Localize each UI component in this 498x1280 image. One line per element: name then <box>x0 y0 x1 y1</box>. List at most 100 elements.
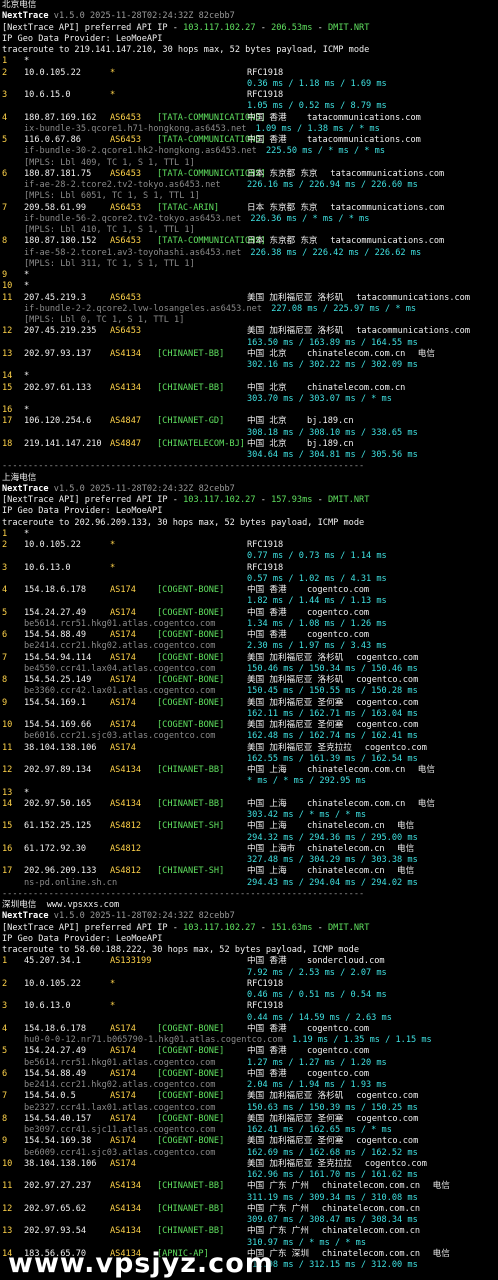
hop-hostname: be6009.ccr41.sjc03.atlas.cogentco.com <box>24 1147 216 1158</box>
api-line: [NextTrace API] preferred API IP - 103.1… <box>2 23 498 34</box>
hop-domain: cogentco.com <box>356 720 419 730</box>
hop-latency: 163.50 ms / 163.89 ms / 164.55 ms <box>247 337 418 348</box>
hop-geo: 日本 东京都 东京 <box>247 168 318 179</box>
hop-latency: 327.48 ms / 304.29 ms / 303.38 ms <box>247 855 418 865</box>
hop-latency-row: 1.82 ms / 1.44 ms / 1.13 ms <box>2 596 498 607</box>
hop-number: 12 <box>2 326 13 337</box>
hop-hostname: if-bundle-56-2.qcore2.tv2-tokyo.as6453.n… <box>24 213 242 224</box>
hop-detail: be6016.ccr21.sjc03.atlas.cogentco.com 162… <box>2 731 498 742</box>
hop-geo: 中国 上海 <box>247 866 287 877</box>
hop-number: 3 <box>2 1001 8 1012</box>
hop-domain: chinatelecom.com.cn <box>307 382 406 393</box>
hop-mpls-label: [MPLS: Lbl 409, TC 1, S 1, TTL 1] <box>24 157 195 168</box>
hop-mpls: [MPLS: Lbl 0, TC 1, S 1, TTL 1] <box>2 315 498 326</box>
api-node: DMIT.NRT <box>328 22 370 33</box>
hop-as-tag: [CHINANET-BB] <box>157 1181 225 1192</box>
version-info: v1.5.0 2025-11-28T02:24:32Z 82cebb7 <box>53 11 235 22</box>
hop-number: 9 <box>2 1136 8 1147</box>
hop-latency: 162.96 ms / 161.70 ms / 161.62 ms <box>247 1170 418 1180</box>
hop-latency: 294.32 ms / 294.36 ms / 295.00 ms <box>247 832 418 843</box>
hop-number: 11 <box>2 292 13 303</box>
hop-geo: 中国 香港 <box>247 630 287 640</box>
version-line: NextTrace v1.5.0 2025-11-28T02:24:32Z 82… <box>2 911 498 922</box>
hop-as-tag: [CHINANET-BB] <box>157 382 225 393</box>
section-title: 上海电信 <box>2 473 498 484</box>
hop-row: 16 61.172.92.30 AS4812 中国 上海市 chinatelecom.c… <box>2 844 498 855</box>
api-node: DMIT.NRT <box>328 922 370 933</box>
hop-as-tag: [CHINANET-BB] <box>157 1226 225 1237</box>
hop-latency-row: * ms / * ms / 292.95 ms <box>2 776 498 787</box>
hop-domain: chinatelecom.cn <box>307 821 385 832</box>
hop-isp: 电信 <box>397 843 415 854</box>
api-sep: - <box>312 22 328 33</box>
hop-detail: if-ae-58-2.tcore1.av3-toyohashi.as6453.n… <box>2 248 498 259</box>
hop-geo: 中国 上海 <box>247 765 287 775</box>
hop-asn: AS174 <box>110 1023 136 1034</box>
hop-number: 2 <box>2 540 8 550</box>
hop-row: 11 38.104.138.106 AS174 美国 加利福尼亚 圣克拉拉 cogent… <box>2 743 498 754</box>
hop-domain: cogentco.com <box>307 585 370 595</box>
hop-ip: 38.104.138.106 <box>24 742 97 753</box>
hop-isp: 电信 <box>397 821 415 832</box>
hop-ip: 202.97.27.237 <box>24 1181 92 1192</box>
hop-row: 9 * <box>2 270 498 281</box>
hop-asn: AS174 <box>110 607 136 618</box>
hop-latency-row: 0.77 ms / 0.73 ms / 1.14 ms <box>2 551 498 562</box>
hop-ip: 10.6.13.0 <box>24 1001 71 1012</box>
hop-hostname: if-bundle-30-2.qcore1.hk2-hongkong.as645… <box>24 146 257 157</box>
hop-latency-row: 0.44 ms / 14.59 ms / 2.63 ms <box>2 1013 498 1024</box>
hop-as-tag: [CHINANET-SH] <box>157 821 225 832</box>
hop-latency: 311.19 ms / 309.34 ms / 310.08 ms <box>247 1192 418 1203</box>
hop-asn: AS4812 <box>110 843 142 854</box>
hop-ip: 154.54.25.149 <box>24 675 92 685</box>
hop-number: 6 <box>2 1068 8 1079</box>
api-latency: 157.93ms <box>271 495 313 505</box>
hop-hostname: be2414.ccr21.hkg02.atlas.cogentco.com <box>24 1080 216 1090</box>
hop-asn: AS4134 <box>110 798 142 809</box>
api-latency: 151.63ms <box>271 922 313 933</box>
hop-latency: 226.38 ms / 226.42 ms / 226.62 ms <box>250 247 422 258</box>
hop-number: 5 <box>2 607 8 618</box>
hop-number: 10 <box>2 1158 13 1169</box>
hop-latency: 303.70 ms / 303.07 ms / * ms <box>247 393 392 404</box>
hop-row: 4 180.87.169.162 AS6453 [TATA-COMMUNICATION… <box>2 113 498 124</box>
hop-asn: AS174 <box>110 1046 136 1057</box>
hop-asn: * <box>110 540 116 550</box>
hop-latency: 308.18 ms / 308.10 ms / 338.65 ms <box>247 427 418 438</box>
section-title-extra: www.vpsxxs.com <box>46 900 120 910</box>
hop-latency: 150.63 ms / 150.39 ms / 150.25 ms <box>247 1102 418 1113</box>
hop-latency: 226.16 ms / 226.94 ms / 226.60 ms <box>247 180 418 190</box>
hop-asn: AS4812 <box>110 866 142 877</box>
hop-asn: AS174 <box>110 1113 136 1124</box>
hop-latency: 1.34 ms / 1.08 ms / 1.26 ms <box>247 618 387 629</box>
section-title-text: 深圳电信 <box>2 900 37 910</box>
hop-latency: 303.42 ms / * ms / * ms <box>247 810 366 820</box>
hop-number: 16 <box>2 843 13 854</box>
hop-geo: 中国 上海 <box>247 821 287 832</box>
geo-provider: IP Geo Data Provider: LeoMoeAPI <box>2 506 163 517</box>
api-sep: - <box>312 922 328 933</box>
hop-asn: AS6453 <box>110 236 142 247</box>
hop-row: 14 * <box>2 371 498 382</box>
hop-asn: AS174 <box>110 585 136 595</box>
hop-row: 12 202.97.65.62 AS4134 [CHINANET-BB] 中国 广东 广… <box>2 1204 498 1215</box>
hop-geo: 中国 香港 <box>247 1068 287 1079</box>
hop-timeout: * <box>24 281 30 292</box>
hop-as-tag: [COGENT-BONE] <box>157 697 225 708</box>
hop-ip: 61.152.25.125 <box>24 821 92 832</box>
hop-asn: AS4134 <box>110 1203 142 1214</box>
hop-number: 4 <box>2 585 8 595</box>
hop-row: 1 * <box>2 529 498 540</box>
hop-geo: 美国 加利福尼亚 洛杉矶 <box>247 652 344 663</box>
hop-timeout: * <box>24 56 30 67</box>
hop-latency-row: 0.46 ms / 0.51 ms / 0.54 ms <box>2 990 498 1001</box>
hop-domain: tatacommunications.com <box>307 135 421 145</box>
hop-geo: RFC1918 <box>247 540 284 550</box>
hop-number: 14 <box>2 371 13 382</box>
hop-asn: * <box>110 562 116 573</box>
hop-row: 9 154.54.169.1 AS174 [COGENT-BONE] 美国 加利福尼亚 … <box>2 698 498 709</box>
section-separator: ----------------------------------------… <box>2 888 365 899</box>
hop-number: 10 <box>2 281 13 292</box>
hop-as-tag: [COGENT-BONE] <box>157 675 225 685</box>
hop-hostname: be3097.ccr41.sjc11.atlas.cogentco.com <box>24 1125 216 1135</box>
